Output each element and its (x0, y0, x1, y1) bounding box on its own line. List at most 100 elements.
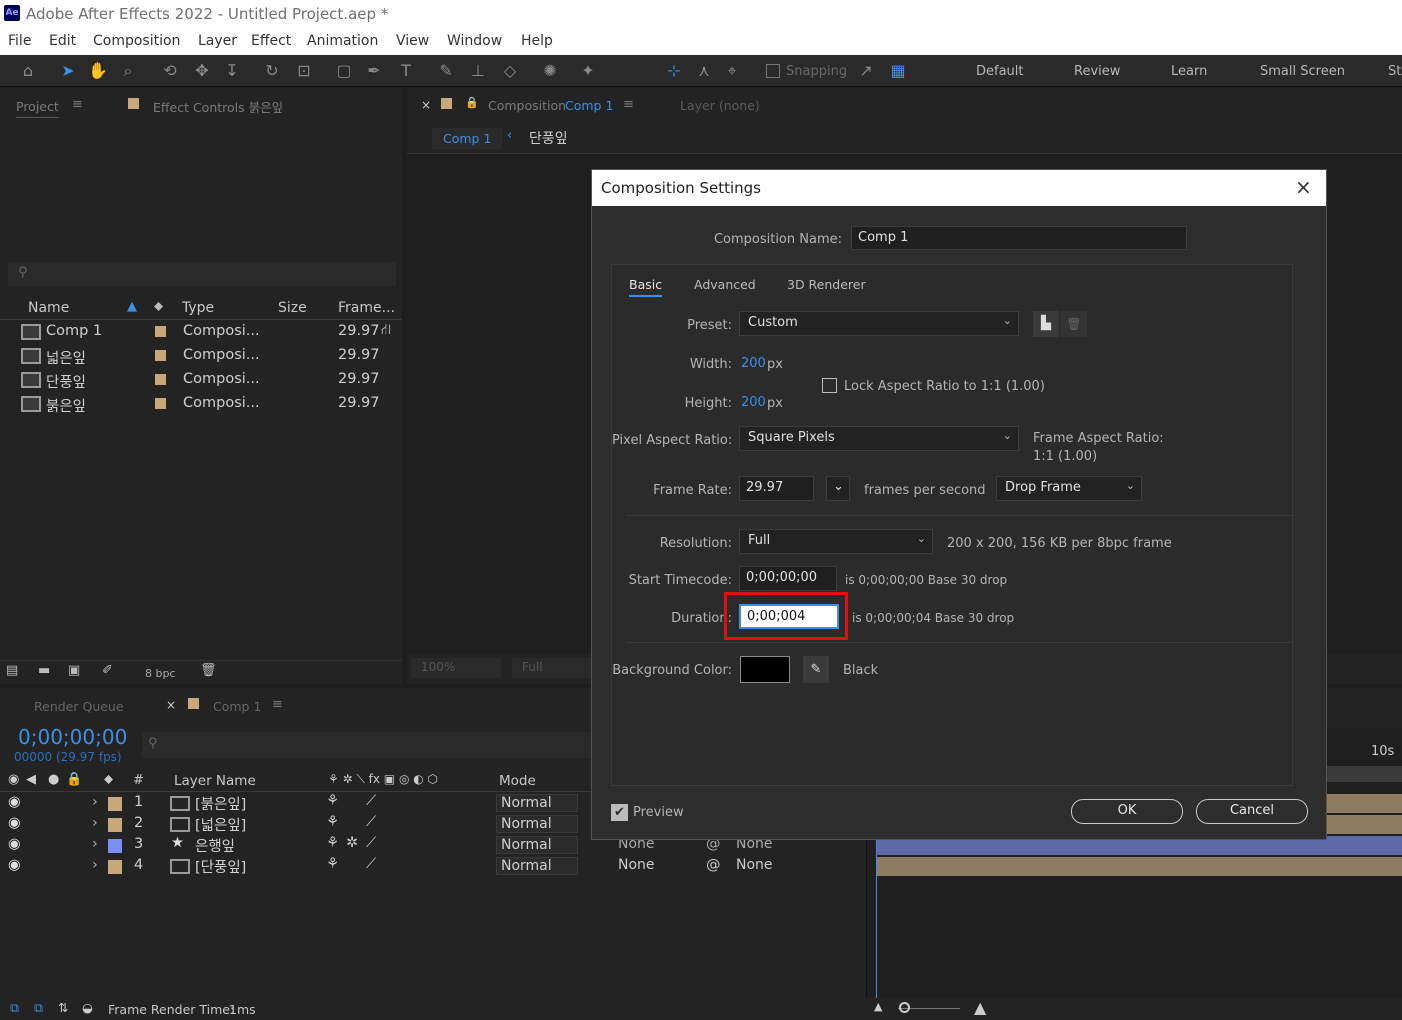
zoom-in-icon[interactable]: ▲ (974, 998, 986, 1017)
workspace-small-screen[interactable]: Small Screen (1260, 64, 1345, 79)
column-size[interactable]: Size (278, 300, 307, 316)
lock-icon[interactable]: 🔒 (465, 96, 479, 109)
interpret-footage-icon[interactable]: ▤ (6, 663, 18, 678)
selection-tool-icon[interactable]: ➤ (58, 61, 78, 81)
eye-icon[interactable]: ◉ (8, 815, 21, 831)
eye-icon[interactable]: ◉ (8, 857, 21, 873)
column-name[interactable]: Name (28, 300, 69, 316)
rotation-tool-icon[interactable]: ↻ (262, 61, 282, 81)
project-tab[interactable]: Project (16, 99, 59, 118)
trash-icon[interactable]: 🗑 (200, 663, 217, 678)
menu-layer[interactable]: Layer (198, 33, 237, 49)
panel-menu-icon[interactable]: ≡ (272, 697, 283, 712)
zoom-slider-handle[interactable] (899, 1002, 910, 1013)
pen-tool-icon[interactable]: ✒ (364, 61, 384, 81)
menu-file[interactable]: File (8, 33, 31, 49)
track-matte-select[interactable]: None (618, 857, 655, 873)
breadcrumb-comp1[interactable]: Comp 1 (432, 128, 503, 149)
visibility-icon[interactable]: ◉ (8, 772, 19, 787)
world-axis-icon[interactable]: ⋏ (694, 61, 714, 81)
orbit-camera-icon[interactable]: ⟲ (160, 61, 180, 81)
start-timecode-input[interactable]: 0;00;00;00 (739, 566, 837, 591)
settings-icon[interactable]: ✐ (102, 663, 113, 678)
resolution-select[interactable]: Full ⌄ (739, 529, 933, 554)
lock-aspect-checkbox[interactable] (822, 378, 837, 393)
height-value[interactable]: 200 (741, 395, 766, 410)
shy-icon[interactable]: ⚘ (326, 856, 339, 872)
workspace-review[interactable]: Review (1074, 64, 1120, 79)
layer-search-input[interactable]: ⚲ (142, 732, 592, 758)
anchor-tool-icon[interactable]: ⊡ (294, 61, 314, 81)
hand-tool-icon[interactable]: ✋ (88, 61, 108, 81)
layer-row-4[interactable]: ◉ › 4 [단풍잎] ⚘ ⟋ Normal None @ None (0, 856, 865, 877)
transfer-controls-icon[interactable]: ⇅ (58, 1000, 68, 1015)
sort-ascending-icon[interactable]: ▲ (127, 299, 137, 314)
zoom-tool-icon[interactable]: ⌕ (118, 61, 138, 81)
quality-icon[interactable]: ⟋ (366, 793, 376, 809)
drop-frame-select[interactable]: Drop Frame ⌄ (996, 476, 1142, 501)
blend-mode-select[interactable]: Normal (496, 836, 578, 854)
chevron-right-icon[interactable]: › (92, 815, 98, 831)
layer-bar-4[interactable] (877, 857, 1402, 876)
pan-camera-icon[interactable]: ✥ (192, 61, 212, 81)
zoom-select[interactable]: 100% (411, 658, 501, 678)
menu-window[interactable]: Window (447, 33, 502, 49)
snapping-checkbox[interactable] (766, 64, 780, 78)
preview-checkbox[interactable]: ✔ (611, 804, 628, 821)
delete-preset-icon[interactable]: 🗑 (1061, 311, 1087, 337)
composition-mini-icon[interactable]: ⧉ (10, 1000, 19, 1016)
duration-input[interactable]: 0;00;004 (739, 604, 839, 629)
blend-mode-select[interactable]: Normal (496, 857, 578, 875)
quality-icon[interactable]: ⟋ (366, 814, 376, 830)
ok-button[interactable]: OK (1071, 799, 1183, 824)
parent-select[interactable]: None (736, 857, 773, 873)
effect-controls-tab[interactable]: Effect Controls 붉은잎 (153, 97, 283, 116)
workspace-learn[interactable]: Learn (1171, 64, 1207, 79)
new-folder-icon[interactable]: ▬ (38, 663, 50, 678)
layer-name[interactable]: [넓은잎] (195, 814, 246, 835)
align-local-axis-icon[interactable]: ⊹ (664, 61, 684, 81)
column-type[interactable]: Type (182, 300, 214, 316)
tab-3d-renderer[interactable]: 3D Renderer (787, 277, 866, 292)
chevron-right-icon[interactable]: › (92, 794, 98, 810)
type-tool-icon[interactable]: T (396, 61, 416, 81)
eyedropper-icon[interactable]: ✎ (803, 656, 829, 683)
render-queue-tab[interactable]: Render Queue (34, 699, 124, 714)
quality-icon[interactable]: ⟋ (366, 835, 376, 851)
motion-blur-icon[interactable]: ◒ (82, 1000, 93, 1015)
zoom-out-icon[interactable]: ▲ (874, 1000, 882, 1013)
project-item-comp1[interactable]: Comp 1 Composi... 29.97 ⛙ (18, 321, 398, 344)
project-item-4[interactable]: 붉은잎 Composi... 29.97 (18, 393, 398, 416)
menu-effect[interactable]: Effect (251, 33, 291, 49)
project-item-2[interactable]: 넓은잎 Composi... 29.97 (18, 345, 398, 368)
layer-switches-icon[interactable]: ⧉ (34, 1000, 43, 1016)
quality-icon[interactable]: ⟋ (366, 856, 376, 872)
snap-grid-icon[interactable]: ▦ (888, 61, 908, 81)
composition-tab-prefix[interactable]: Composition (488, 98, 566, 113)
frame-rate-input[interactable]: 29.97 (739, 476, 814, 501)
blend-mode-select[interactable]: Normal (496, 815, 578, 833)
layer-name[interactable]: [단풍잎] (195, 856, 246, 877)
layer-name[interactable]: 은행잎 (195, 835, 235, 856)
panel-menu-icon[interactable]: ≡ (623, 97, 634, 112)
menu-composition[interactable]: Composition (93, 33, 180, 49)
close-tab-icon[interactable]: × (421, 98, 431, 112)
resolution-select[interactable]: Full (512, 658, 592, 678)
tab-basic[interactable]: Basic (629, 277, 663, 297)
background-color-swatch[interactable] (740, 656, 790, 683)
eye-icon[interactable]: ◉ (8, 836, 21, 852)
puppet-pin-icon[interactable]: ✦ (578, 61, 598, 81)
shy-icon[interactable]: ⚘ (326, 814, 339, 830)
layer-tab[interactable]: Layer (none) (680, 98, 760, 113)
workspace-default[interactable]: Default (976, 64, 1024, 79)
column-frame-rate[interactable]: Frame... (338, 300, 395, 316)
view-axis-icon[interactable]: ⌖ (722, 61, 742, 81)
shy-icon[interactable]: ⚘ (326, 793, 339, 809)
eye-icon[interactable]: ◉ (8, 794, 21, 810)
roto-brush-icon[interactable]: ✺ (540, 61, 560, 81)
home-icon[interactable]: ⌂ (18, 61, 38, 81)
layer-color-swatch[interactable] (108, 797, 122, 811)
brush-tool-icon[interactable]: ✎ (436, 61, 456, 81)
clone-stamp-icon[interactable]: ⊥ (468, 61, 488, 81)
comp1-timeline-tab[interactable]: Comp 1 (213, 699, 261, 714)
